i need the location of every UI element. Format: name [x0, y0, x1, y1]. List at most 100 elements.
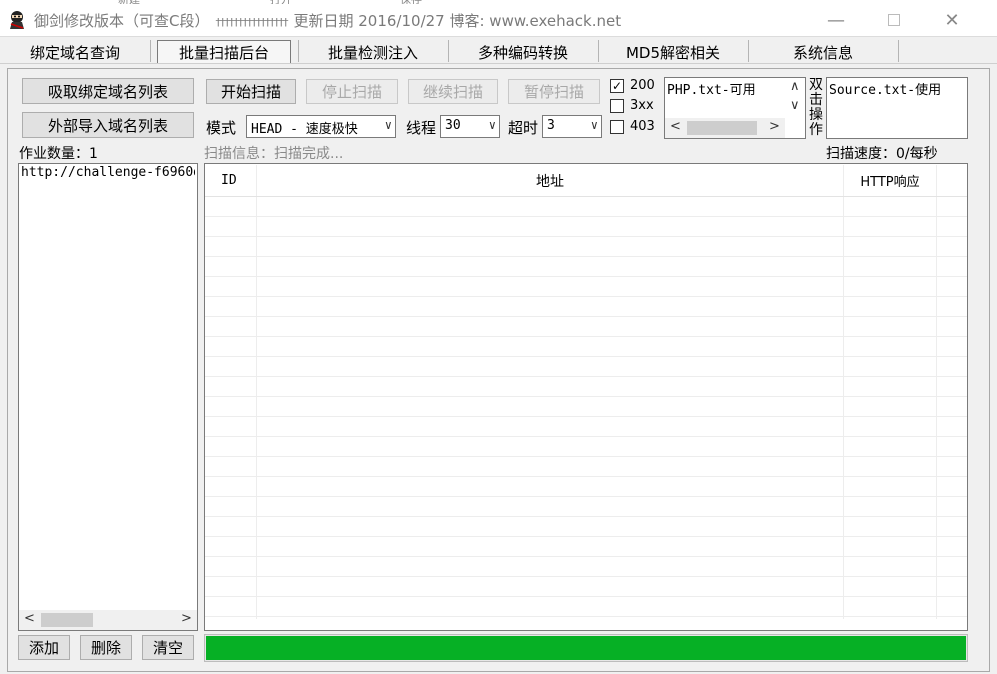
checkbox-403[interactable] — [610, 120, 624, 134]
title-date: 更新日期 2016/10/27 博客: www.exehack.net — [293, 12, 622, 30]
clear-button[interactable]: 清空 — [142, 635, 194, 660]
table-row-line — [205, 236, 967, 237]
table-row-line — [205, 516, 967, 517]
table-row-line — [205, 256, 967, 257]
column-header-http[interactable]: HTTP响应 — [844, 165, 936, 196]
column-header-id[interactable]: ID — [221, 165, 237, 196]
table-row-line — [205, 496, 967, 497]
scan-progress-bar — [204, 634, 968, 662]
table-row-line — [205, 416, 967, 417]
column-line — [256, 165, 257, 619]
table-row-line — [205, 356, 967, 357]
chevron-down-icon: ∨ — [384, 118, 392, 132]
tab-separator — [898, 40, 899, 62]
tab-system-info[interactable]: 系统信息 — [750, 40, 896, 64]
tab-domain-query[interactable]: 绑定域名查询 — [10, 40, 140, 64]
window-title: 御剑修改版本（可查C段） †††††††††††††††† 更新日期 2016/10… — [34, 10, 621, 31]
checkbox-3xx[interactable] — [610, 99, 624, 113]
chevron-down-icon: ∨ — [590, 118, 598, 132]
table-row-line — [205, 556, 967, 557]
tab-separator — [150, 40, 151, 62]
scroll-left-icon[interactable]: < — [24, 611, 35, 626]
list-item[interactable]: Source.txt-使用 — [829, 79, 965, 98]
timeout-value: 3 — [547, 118, 555, 133]
checkbox-403-label: 403 — [630, 119, 655, 134]
tab-separator — [598, 40, 599, 62]
scroll-left-icon[interactable]: < — [670, 119, 681, 134]
tabs-baseline — [0, 63, 997, 64]
scrollbar-thumb[interactable] — [41, 613, 93, 627]
list-item[interactable]: http://challenge-f6960d0 — [21, 165, 195, 180]
thread-label: 线程 — [406, 119, 437, 137]
table-row-line — [205, 436, 967, 437]
close-icon[interactable]: ✕ — [936, 8, 968, 32]
table-row-line — [205, 376, 967, 377]
thread-select[interactable]: 30 ∨ — [440, 115, 500, 138]
horizontal-scrollbar[interactable]: < > — [19, 610, 197, 630]
table-row-line — [205, 276, 967, 277]
progress-fill — [206, 636, 966, 660]
results-table[interactable]: ID 地址 HTTP响应 — [204, 163, 968, 631]
tab-md5[interactable]: MD5解密相关 — [600, 40, 746, 64]
scan-speed-label: 扫描速度：0/每秒 — [826, 146, 938, 162]
checkbox-3xx-label: 3xx — [630, 98, 654, 113]
scroll-right-icon[interactable]: > — [769, 119, 780, 134]
source-list[interactable]: Source.txt-使用 — [826, 77, 968, 139]
chevron-up-icon[interactable]: ∧ — [790, 79, 800, 94]
scroll-right-icon[interactable]: > — [181, 611, 192, 626]
checkbox-200-label: 200 — [630, 78, 655, 93]
list-item[interactable]: PHP.txt-可用 — [667, 79, 785, 98]
table-row-line — [205, 396, 967, 397]
chevron-down-icon: ∨ — [488, 118, 496, 132]
check-icon: ✓ — [611, 79, 623, 93]
table-row-line — [205, 476, 967, 477]
scan-info-label: 扫描信息：扫描完成... — [204, 146, 344, 162]
table-row-line — [205, 216, 967, 217]
table-row-line — [205, 576, 967, 577]
title-dagger: †††††††††††††††† — [215, 16, 288, 29]
table-row-line — [205, 456, 967, 457]
table-row-line — [205, 336, 967, 337]
horizontal-scrollbar[interactable]: < > — [665, 118, 785, 138]
chevron-down-icon[interactable]: ∨ — [790, 98, 800, 113]
continue-scan-button[interactable]: 继续扫描 — [408, 79, 498, 104]
table-row-line — [205, 296, 967, 297]
import-domains-button[interactable]: 外部导入域名列表 — [22, 112, 194, 138]
maximize-icon[interactable] — [878, 8, 910, 32]
checkbox-200[interactable]: ✓ — [610, 79, 624, 93]
table-row-line — [205, 616, 967, 617]
header-divider — [205, 196, 967, 197]
mode-value: HEAD - 速度极快 — [251, 122, 358, 137]
table-row-line — [205, 536, 967, 537]
tab-separator — [448, 40, 449, 62]
tab-batch-scan[interactable]: 批量扫描后台 — [157, 40, 291, 64]
url-list[interactable]: http://challenge-f6960d0 < > — [18, 163, 198, 631]
dictionary-list[interactable]: PHP.txt-可用 ∧ ∨ < > — [664, 77, 806, 139]
timeout-label: 超时 — [508, 119, 539, 137]
scrollbar-thumb[interactable] — [687, 121, 757, 135]
mode-label: 模式 — [206, 119, 237, 137]
thread-value: 30 — [445, 118, 461, 133]
tab-separator — [298, 40, 299, 62]
delete-button[interactable]: 删除 — [80, 635, 132, 660]
mode-select[interactable]: HEAD - 速度极快 ∨ — [246, 115, 396, 138]
ninja-icon — [8, 10, 26, 30]
add-button[interactable]: 添加 — [18, 635, 70, 660]
job-count-label: 作业数量：1 — [19, 146, 98, 162]
double-click-label: 双击操作 — [809, 77, 823, 138]
column-line — [843, 165, 844, 619]
minimize-icon[interactable]: — — [820, 8, 852, 32]
table-row-line — [205, 596, 967, 597]
start-scan-button[interactable]: 开始扫描 — [206, 79, 296, 104]
pause-scan-button[interactable]: 暂停扫描 — [508, 79, 600, 104]
tab-encoding[interactable]: 多种编码转换 — [450, 40, 596, 64]
column-line — [936, 165, 937, 619]
stop-scan-button[interactable]: 停止扫描 — [306, 79, 398, 104]
fetch-domains-button[interactable]: 吸取绑定域名列表 — [22, 78, 194, 104]
timeout-select[interactable]: 3 ∨ — [542, 115, 602, 138]
tab-batch-inject[interactable]: 批量检测注入 — [300, 40, 446, 64]
title-main: 御剑修改版本（可查C段） — [34, 12, 210, 30]
column-header-address[interactable]: 地址 — [257, 165, 843, 196]
table-row-line — [205, 316, 967, 317]
tab-separator — [748, 40, 749, 62]
